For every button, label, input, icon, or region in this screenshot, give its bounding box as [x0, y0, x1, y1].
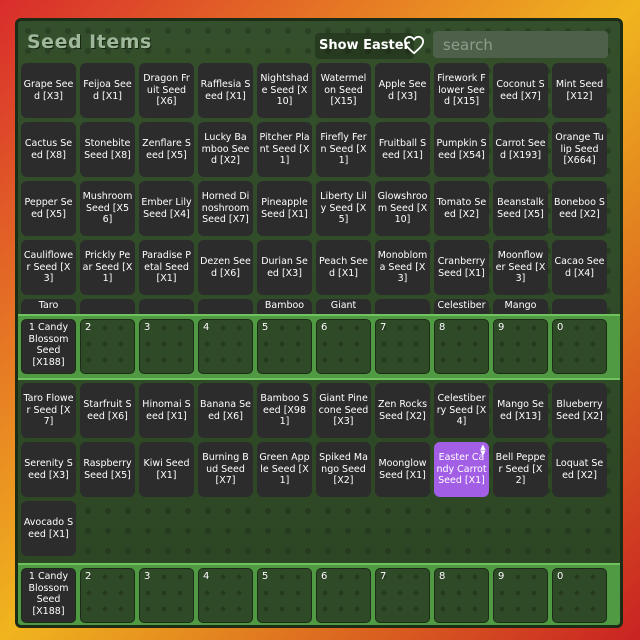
seed-item-cell[interactable]: Burning Bud Seed [X7]: [198, 442, 253, 497]
hotbar-slot-5[interactable]: 5: [257, 568, 312, 623]
hotbar-slot-7[interactable]: 7: [375, 568, 430, 623]
seed-item-cell[interactable]: Hinomai Seed [X1]: [139, 383, 194, 438]
hotbar-slot-2[interactable]: 2: [80, 568, 135, 623]
seed-item-cell[interactable]: Mango Seed [X13]: [493, 383, 548, 438]
seed-item-cell[interactable]: Bell Pepper Seed [X2]: [493, 442, 548, 497]
seed-item-cell[interactable]: Starfruit Seed [X6]: [80, 383, 135, 438]
seed-item-cell[interactable]: Easter Candy Carrot Seed [X1] ▲ ▼: [434, 442, 489, 497]
seed-item-cell[interactable]: Serenity Seed [X3]: [21, 442, 76, 497]
seed-item-cell[interactable]: Avocado Seed [X1]: [21, 501, 76, 556]
hotbar-slot-number: 9: [498, 571, 505, 582]
hotbar-slot-0[interactable]: 0: [552, 568, 607, 623]
seed-item-cell[interactable]: Raspberry Seed [X5]: [80, 442, 135, 497]
seed-item-cell[interactable]: Kiwi Seed [X1]: [139, 442, 194, 497]
hotbar-slot-8[interactable]: 8: [434, 568, 489, 623]
seed-item-cell[interactable]: Celestiberry Seed [X4]: [434, 383, 489, 438]
seed-item-cell[interactable]: Spiked Mango Seed [X2]: [316, 442, 371, 497]
hotbar-slot-4[interactable]: 4: [198, 568, 253, 623]
inventory-window: Seed Items Show Easter Grape Seed [X3]Fe…: [15, 18, 623, 628]
hotbar-slot-9[interactable]: 9: [493, 568, 548, 623]
seed-item-cell[interactable]: Green Apple Seed [X1]: [257, 442, 312, 497]
seed-item-cell[interactable]: Loquat Seed [X2]: [552, 442, 607, 497]
hotbar-slot-number: 0: [557, 571, 564, 582]
seed-item-cell[interactable]: Moonglow Seed [X1]: [375, 442, 430, 497]
seed-item-cell[interactable]: Taro Flower Seed [X7]: [21, 383, 76, 438]
seed-item-cell[interactable]: Bamboo Seed [X981]: [257, 383, 312, 438]
hotbar-slot-6[interactable]: 6: [316, 568, 371, 623]
hotbar-slot-number: 8: [439, 571, 446, 582]
scroll-arrows-icon: ▲ ▼: [480, 443, 486, 457]
hotbar-slot-number: 3: [144, 571, 151, 582]
seed-item-cell[interactable]: Zen Rocks Seed [X2]: [375, 383, 430, 438]
hotbar-bottom: 1 Candy Blossom Seed [X188] 2 3 4 5 6 7 8 9 0: [18, 563, 620, 625]
hotbar-slot-3[interactable]: 3: [139, 568, 194, 623]
hotbar-slot-number: 2: [85, 571, 92, 582]
seed-item-cell[interactable]: Blueberry Seed [X2]: [552, 383, 607, 438]
seed-item-cell[interactable]: Giant Pinecone Seed [X3]: [316, 383, 371, 438]
hotbar-slot-1[interactable]: 1 Candy Blossom Seed [X188]: [21, 568, 76, 623]
hotbar-slot-number: 5: [262, 571, 269, 582]
hotbar-slot-number: 4: [203, 571, 210, 582]
seed-item-cell[interactable]: Banana Seed [X6]: [198, 383, 253, 438]
bottom-seed-grid: Taro Flower Seed [X7] Starfruit Seed [X6]…: [18, 21, 620, 625]
hotbar-slot-label: 1 Candy Blossom Seed [X188]: [28, 571, 69, 617]
hotbar-slot-number: 7: [380, 571, 387, 582]
hotbar-slot-number: 6: [321, 571, 328, 582]
